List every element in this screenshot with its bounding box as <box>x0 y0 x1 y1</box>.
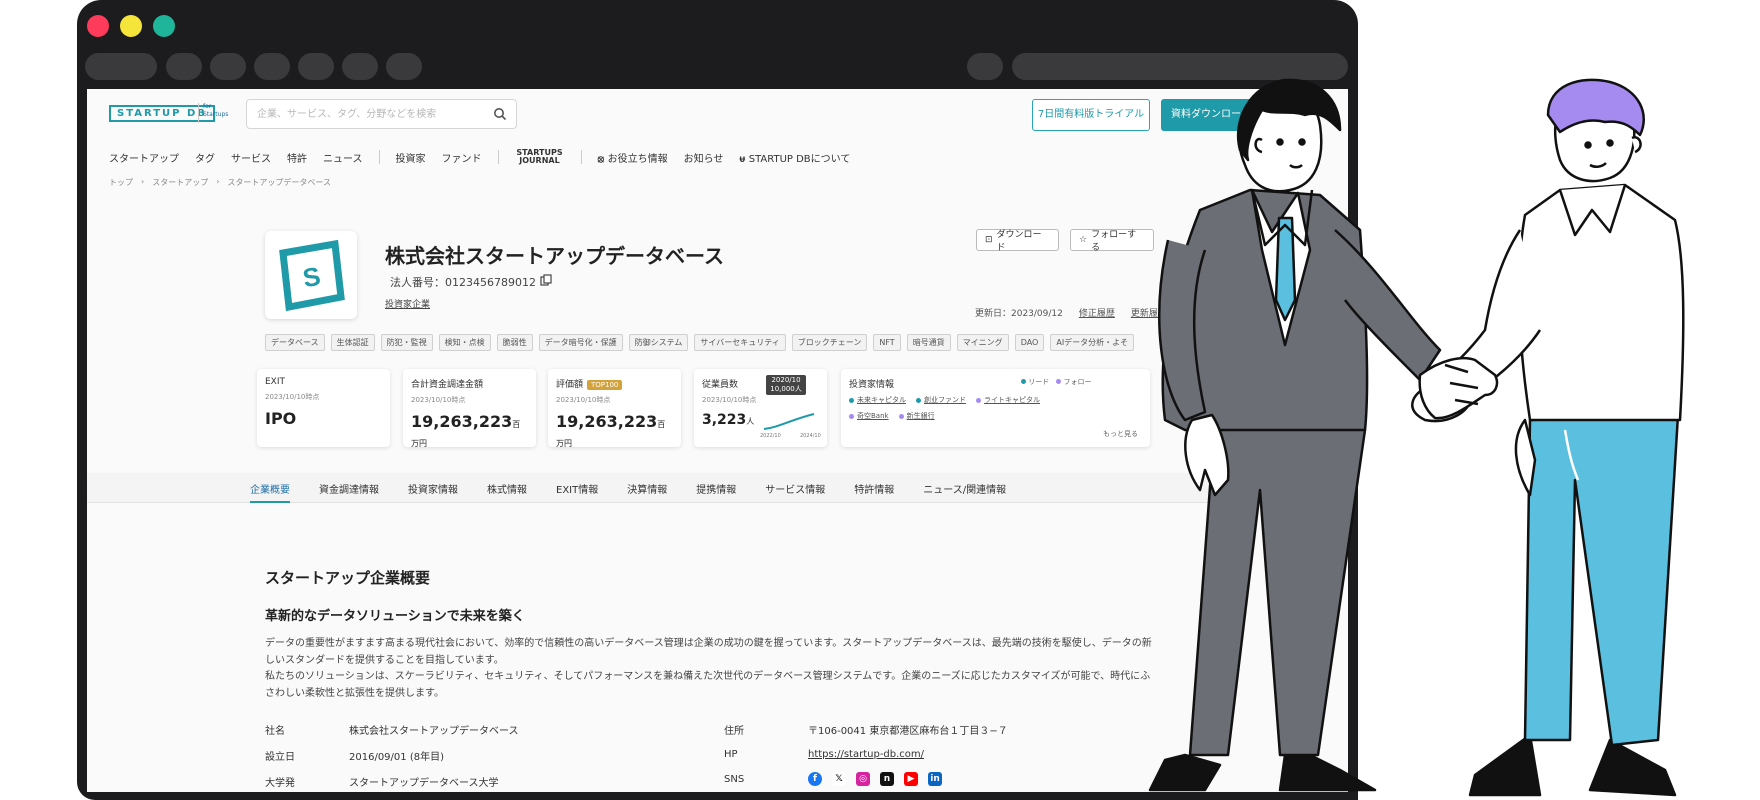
businessman-suit-figure <box>1148 78 1442 792</box>
handshake-illustration <box>1148 78 1685 797</box>
stage: STARTUP DB for Startups 7日間有料版トライアル 資料ダウ… <box>0 0 1760 800</box>
handshake-hands <box>1418 356 1499 420</box>
casual-man-figure <box>1411 78 1685 797</box>
